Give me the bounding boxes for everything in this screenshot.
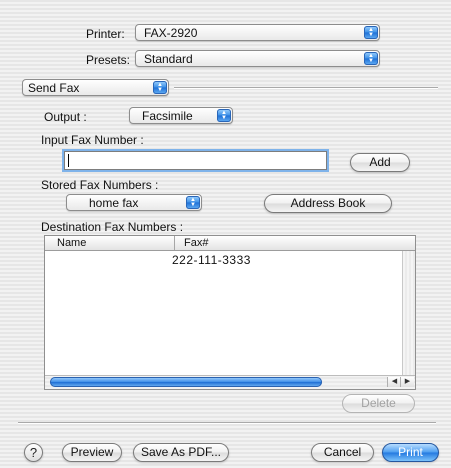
print-button[interactable]: Print <box>382 443 439 462</box>
vertical-scrollbar[interactable] <box>402 251 415 375</box>
output-value: Facsimile <box>142 109 193 123</box>
stored-fax-popup[interactable]: home fax ▲ ▼ <box>66 194 202 211</box>
presets-popup[interactable]: Standard ▲ ▼ <box>135 50 380 67</box>
pane-value: Send Fax <box>28 81 80 95</box>
horizontal-scrollbar[interactable]: ◀ ▶ <box>45 375 415 389</box>
updown-arrow-icon: ▲ ▼ <box>186 196 200 209</box>
cancel-button[interactable]: Cancel <box>311 443 374 462</box>
input-fax-label: Input Fax Number : <box>41 133 144 147</box>
updown-arrow-icon: ▲ ▼ <box>153 81 167 94</box>
updown-arrow-icon: ▲ ▼ <box>364 52 378 65</box>
pane-popup[interactable]: Send Fax ▲ ▼ <box>22 79 169 96</box>
add-button[interactable]: Add <box>350 153 410 172</box>
updown-arrow-icon: ▲ ▼ <box>217 109 231 122</box>
scroll-right-icon[interactable]: ▶ <box>400 377 414 387</box>
output-popup[interactable]: Facsimile ▲ ▼ <box>129 107 233 124</box>
scroll-left-icon[interactable]: ◀ <box>387 377 401 387</box>
table-header: Name Fax# <box>45 236 415 251</box>
column-divider <box>174 236 175 250</box>
output-label: Output : <box>44 110 87 124</box>
row-fax-cell: 222-111-3333 <box>172 253 251 267</box>
destination-table[interactable]: Name Fax# 222-111-3333 ◀ ▶ <box>44 235 416 390</box>
horizontal-scroll-thumb[interactable] <box>50 377 322 387</box>
help-question-icon[interactable]: ? <box>24 443 43 462</box>
column-header-name[interactable]: Name <box>57 236 86 250</box>
updown-arrow-icon: ▲ ▼ <box>364 26 378 39</box>
table-row[interactable]: 222-111-3333 <box>45 251 402 267</box>
save-as-pdf-button[interactable]: Save As PDF... <box>133 443 229 462</box>
presets-label: Presets: <box>86 53 131 67</box>
printer-value: FAX-2920 <box>144 26 198 40</box>
stored-fax-value: home fax <box>89 196 139 210</box>
fax-number-input[interactable] <box>64 151 327 170</box>
delete-button[interactable]: Delete <box>342 394 415 413</box>
text-caret <box>68 154 69 167</box>
printer-label: Printer: <box>86 27 125 41</box>
stored-fax-label: Stored Fax Numbers : <box>41 178 159 192</box>
preview-button[interactable]: Preview <box>62 443 122 462</box>
destination-label: Destination Fax Numbers : <box>41 220 184 234</box>
pane-separator <box>174 87 438 89</box>
printer-popup[interactable]: FAX-2920 ▲ ▼ <box>135 24 380 41</box>
presets-value: Standard <box>144 52 193 66</box>
footer-separator <box>18 422 436 424</box>
address-book-button[interactable]: Address Book <box>264 194 392 213</box>
column-header-fax[interactable]: Fax# <box>184 236 208 250</box>
